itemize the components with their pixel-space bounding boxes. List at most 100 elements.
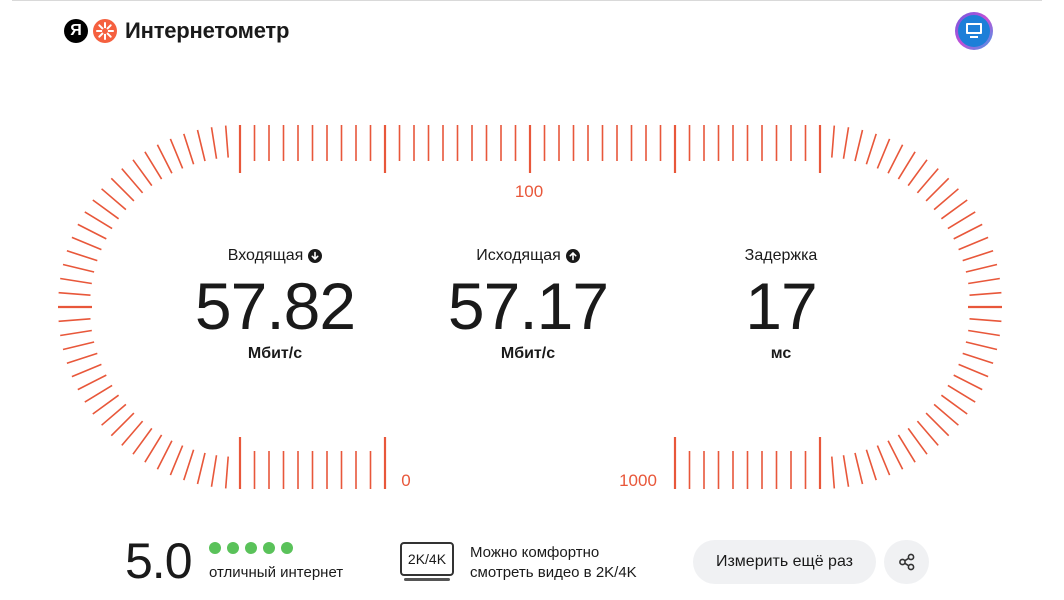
video-text-line2: смотреть видео в 2K/4K: [470, 564, 637, 581]
gauge-tick: [953, 374, 983, 391]
gauge-label-zero: 0: [401, 471, 410, 490]
gauge-tick: [887, 440, 904, 470]
gauge-tick: [854, 129, 864, 162]
upload-metric: Исходящая 57.17 Мбит/с: [408, 246, 648, 363]
gauge-tick: [110, 412, 135, 437]
gauge-tick: [121, 420, 144, 446]
gauge-tick: [224, 125, 229, 158]
latency-unit: мс: [770, 345, 792, 362]
gauge-tick: [897, 434, 916, 463]
rating-dot: [263, 542, 275, 554]
gauge-tick: [144, 434, 163, 463]
rating-text: отличный интернет: [209, 564, 344, 581]
upload-label: Исходящая: [476, 247, 561, 264]
gauge-tick: [865, 449, 877, 481]
gauge-tick: [958, 363, 989, 378]
download-metric: Входящая 57.82 Мбит/с: [155, 246, 395, 363]
gauge-tick: [854, 452, 864, 485]
gauge-tick: [916, 168, 939, 194]
gauge-tick: [60, 329, 92, 337]
gauge-tick: [947, 211, 976, 230]
gauge-tick: [933, 188, 959, 211]
gauge-tick: [66, 352, 98, 364]
gauge-tick: [865, 133, 877, 165]
gauge-tick: [77, 374, 107, 391]
gauge-tick: [876, 138, 891, 169]
gauge-tick: [962, 352, 994, 364]
latency-value: 17: [745, 269, 817, 343]
gauge-tick: [196, 452, 206, 485]
rating-dot: [227, 542, 239, 554]
latency-metric: Задержка 17 мс: [661, 246, 901, 363]
arrow-up-icon: [565, 249, 580, 263]
gauge-tick: [916, 420, 939, 446]
gauge-tick: [940, 394, 968, 415]
gauge-tick: [925, 177, 950, 202]
rating-dot: [209, 542, 221, 554]
gauge-tick: [169, 138, 184, 169]
gauge-tick: [183, 449, 195, 481]
download-label: Входящая: [227, 247, 304, 264]
gauge-tick: [842, 455, 850, 487]
gauge-tick: [831, 456, 836, 489]
gauge-tick: [210, 455, 218, 487]
gauge-tick: [831, 125, 836, 158]
upload-unit: Мбит/с: [500, 345, 556, 362]
gauge-tick: [940, 199, 968, 220]
gauge-tick: [92, 199, 120, 220]
gauge-tick: [58, 291, 91, 296]
quality-badge-stand: [404, 578, 450, 581]
gauge-tick: [953, 223, 983, 240]
gauge-tick: [968, 329, 1000, 337]
gauge-tick: [71, 236, 102, 251]
gauge-tick: [132, 159, 153, 187]
download-value: 57.82: [194, 269, 356, 343]
gauge-tick: [77, 223, 107, 240]
gauge-tick: [58, 318, 91, 323]
gauge-tick: [965, 263, 998, 273]
gauge-tick: [907, 159, 928, 187]
video-quality-text: Можно комфортно смотреть видео в 2K/4K: [470, 543, 670, 583]
gauge-tick: [876, 445, 891, 476]
gauge-tick: [925, 412, 950, 437]
gauge-label-max: 1000: [619, 471, 657, 490]
gauge-tick: [71, 363, 102, 378]
gauge-tick: [933, 403, 959, 426]
download-unit: Мбит/с: [247, 345, 303, 362]
gauge-tick: [132, 427, 153, 455]
arrow-down-icon: [308, 249, 323, 263]
rating-dot: [281, 542, 293, 554]
quality-badge-icon: 2K/4K: [400, 542, 454, 576]
gauge-tick: [907, 427, 928, 455]
gauge-tick: [969, 291, 1002, 296]
gauge-tick: [969, 318, 1002, 323]
gauge-tick: [196, 129, 206, 162]
gauge-tick: [101, 188, 127, 211]
gauge-tick: [121, 168, 144, 194]
gauge-tick: [965, 341, 998, 351]
gauge-tick: [169, 445, 184, 476]
gauge-tick: [842, 127, 850, 159]
gauge-tick: [947, 384, 976, 403]
gauge-tick: [101, 403, 127, 426]
gauge-tick: [110, 177, 135, 202]
gauge-tick: [66, 250, 98, 262]
upload-value: 57.17: [447, 269, 609, 343]
rating-dots: [209, 542, 293, 554]
gauge-label-top: 100: [515, 182, 543, 201]
gauge-tick: [156, 440, 173, 470]
gauge-tick: [144, 151, 163, 180]
gauge-tick: [224, 456, 229, 489]
share-icon: [898, 553, 914, 571]
gauge-tick: [84, 211, 113, 230]
measure-again-button[interactable]: Измерить ещё раз: [693, 540, 876, 584]
gauge-tick: [958, 236, 989, 251]
gauge-tick: [887, 144, 904, 174]
latency-label: Задержка: [744, 247, 818, 264]
gauge-tick: [183, 133, 195, 165]
quality-badge-label: 2K/4K: [407, 551, 447, 567]
video-text-line1: Можно комфортно: [470, 544, 600, 561]
share-button[interactable]: [884, 540, 929, 584]
gauge-tick: [210, 127, 218, 159]
gauge-tick: [62, 341, 95, 351]
